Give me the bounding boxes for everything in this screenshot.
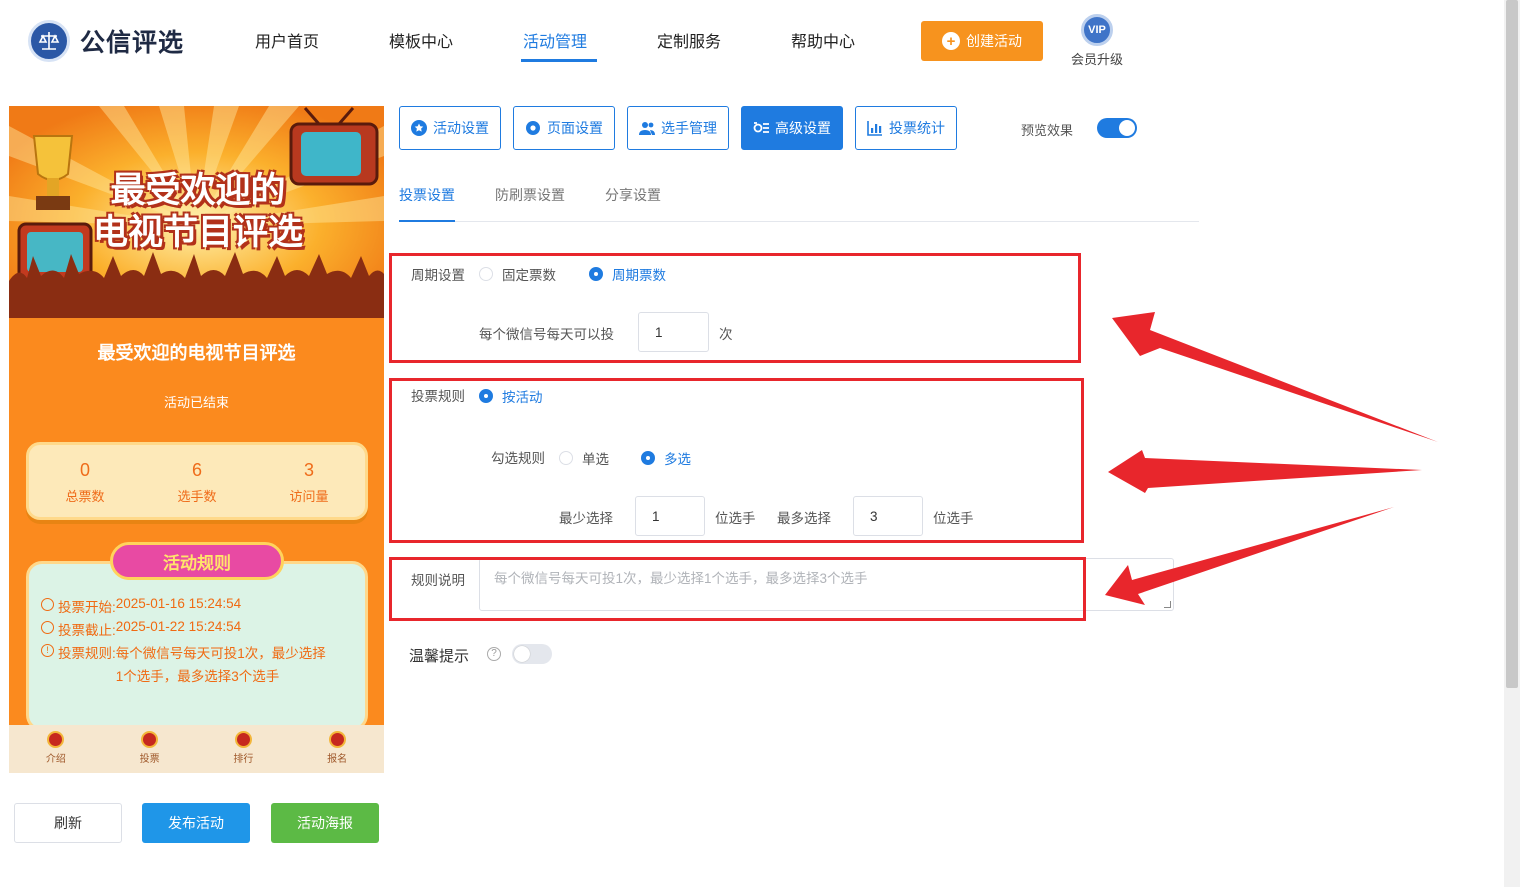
tab-vote-statistics[interactable]: 投票统计 <box>855 106 957 150</box>
rule-start-label: 投票开始: <box>58 600 116 615</box>
clock-icon <box>41 621 54 634</box>
stats-card: 0 总票数 6 选手数 3 访问量 <box>26 442 368 520</box>
scrollbar-thumb[interactable] <box>1506 0 1518 688</box>
settings-list-icon <box>753 122 769 133</box>
help-icon[interactable]: ? <box>487 647 501 661</box>
intro-icon <box>47 731 65 748</box>
warm-tip-label: 温馨提示 <box>409 648 470 665</box>
signup-icon <box>328 731 346 748</box>
tab-label: 页面设置 <box>547 120 603 136</box>
rule-end: 投票截止: 2025-01-22 15:24:54 <box>41 619 241 639</box>
rule-vote-value-1: 每个微信号每天可投1次，最少选择 <box>115 646 326 661</box>
warm-tip-toggle[interactable] <box>512 644 552 664</box>
annotation-arrow-1 <box>1112 312 1438 442</box>
bar-chart-icon <box>867 121 882 136</box>
vip-upgrade[interactable]: VIP 会员升级 <box>1066 14 1128 68</box>
banner-image: 最受欢迎的 电视节目评选 <box>9 106 384 318</box>
scales-icon <box>28 20 70 62</box>
page: 公信评选 用户首页 模板中心 活动管理 定制服务 帮助中心 + 创建活动 VIP… <box>0 0 1520 887</box>
stat-visits: 3 访问量 <box>253 445 365 517</box>
tab-candidate-management[interactable]: 选手管理 <box>627 106 729 150</box>
main-nav: 用户首页 模板中心 活动管理 定制服务 帮助中心 <box>220 0 890 80</box>
toggle-knob <box>514 646 530 662</box>
publish-activity-button[interactable]: 发布活动 <box>142 803 250 843</box>
rules-heading: 活动规则 <box>110 542 284 580</box>
preview-tab-label: 排行 <box>233 754 254 765</box>
toggle-knob <box>1119 120 1135 136</box>
nav-activity-management[interactable]: 活动管理 <box>488 0 622 80</box>
annotation-box-cycle <box>389 253 1081 363</box>
preview-effect-toggle[interactable] <box>1097 118 1137 138</box>
tab-label: 选手管理 <box>661 120 717 136</box>
nav-custom-service[interactable]: 定制服务 <box>622 0 756 80</box>
vote-icon <box>141 731 159 748</box>
stat-value: 6 <box>191 460 202 480</box>
subtab-share-settings[interactable]: 分享设置 <box>605 170 661 221</box>
rule-start: 投票开始: 2025-01-16 15:24:54 <box>41 596 241 616</box>
tab-label: 投票统计 <box>889 120 945 136</box>
tab-advanced-settings[interactable]: 高级设置 <box>741 106 843 150</box>
activity-title: 最受欢迎的电视节目评选 <box>97 343 296 363</box>
rule-vote: ! 投票规则: 每个微信号每天可投1次，最少选择 1个选手，最多选择3个选手 <box>41 642 361 688</box>
settings-tabs: 活动设置 页面设置 选手管理 高级设置 投票统计 <box>399 106 957 150</box>
sub-tabs: 投票设置 防刷票设置 分享设置 <box>399 170 1199 222</box>
banner-title-line2: 电视节目评选 <box>92 213 303 253</box>
gear-icon <box>526 121 540 135</box>
preview-tab-intro[interactable]: 介绍 <box>9 725 103 773</box>
clock-icon <box>41 598 54 611</box>
activity-status: 活动已结束 <box>163 395 229 410</box>
create-activity-label: 创建活动 <box>966 33 1022 49</box>
rule-start-value: 2025-01-16 15:24:54 <box>115 596 242 611</box>
preview-tab-label: 报名 <box>327 754 348 765</box>
resize-handle-icon[interactable] <box>1164 601 1171 608</box>
annotation-arrow-2 <box>1108 450 1422 493</box>
refresh-button[interactable]: 刷新 <box>14 803 122 843</box>
create-activity-button[interactable]: + 创建活动 <box>921 21 1043 61</box>
nav-help-center[interactable]: 帮助中心 <box>756 0 890 80</box>
rank-icon <box>234 731 252 748</box>
nav-template-center[interactable]: 模板中心 <box>354 0 488 80</box>
rule-vote-value-2: 1个选手，最多选择3个选手 <box>115 669 280 684</box>
stat-label: 访问量 <box>289 489 329 504</box>
preview-tab-rank[interactable]: 排行 <box>197 725 291 773</box>
plus-icon: + <box>942 32 960 50</box>
stat-label: 总票数 <box>65 489 105 504</box>
tab-label: 高级设置 <box>775 120 831 136</box>
tab-page-settings[interactable]: 页面设置 <box>513 106 615 150</box>
vip-label: 会员升级 <box>1070 52 1123 67</box>
annotation-box-rule-desc <box>389 557 1086 621</box>
tab-label: 活动设置 <box>433 120 489 136</box>
preview-tab-label: 介绍 <box>45 754 66 765</box>
star-icon <box>411 120 427 136</box>
stat-total-votes: 0 总票数 <box>29 445 141 517</box>
subtab-anti-fraud[interactable]: 防刷票设置 <box>495 170 565 221</box>
activity-poster-button[interactable]: 活动海报 <box>271 803 379 843</box>
subtab-vote-settings[interactable]: 投票设置 <box>399 170 455 222</box>
logo[interactable]: 公信评选 <box>28 20 184 62</box>
preview-tabbar: 介绍 投票 排行 报名 <box>9 725 384 773</box>
preview-tab-label: 投票 <box>139 754 160 765</box>
tab-activity-settings[interactable]: 活动设置 <box>399 106 501 150</box>
rule-end-label: 投票截止: <box>58 623 116 638</box>
rule-end-value: 2025-01-22 15:24:54 <box>115 619 242 634</box>
info-icon: ! <box>41 644 54 657</box>
logo-text: 公信评选 <box>80 29 185 57</box>
stat-value: 3 <box>303 460 314 480</box>
vip-icon: VIP <box>1081 14 1113 46</box>
stat-value: 0 <box>79 460 90 480</box>
stat-candidates: 6 选手数 <box>141 445 253 517</box>
preview-effect-label: 预览效果 <box>1021 123 1074 138</box>
rule-vote-text: 每个微信号每天可投1次，最少选择 1个选手，最多选择3个选手 <box>116 642 326 688</box>
rule-vote-label: 投票规则: <box>58 646 116 661</box>
stat-label: 选手数 <box>177 489 217 504</box>
users-icon <box>639 122 655 135</box>
annotation-box-vote-rule <box>389 378 1084 543</box>
preview-tab-signup[interactable]: 报名 <box>290 725 384 773</box>
preview-tab-vote[interactable]: 投票 <box>103 725 197 773</box>
nav-user-home[interactable]: 用户首页 <box>220 0 354 80</box>
mobile-preview: 最受欢迎的 电视节目评选 最受欢迎的电视节目评选 活动已结束 0 总票数 6 选… <box>9 106 384 773</box>
